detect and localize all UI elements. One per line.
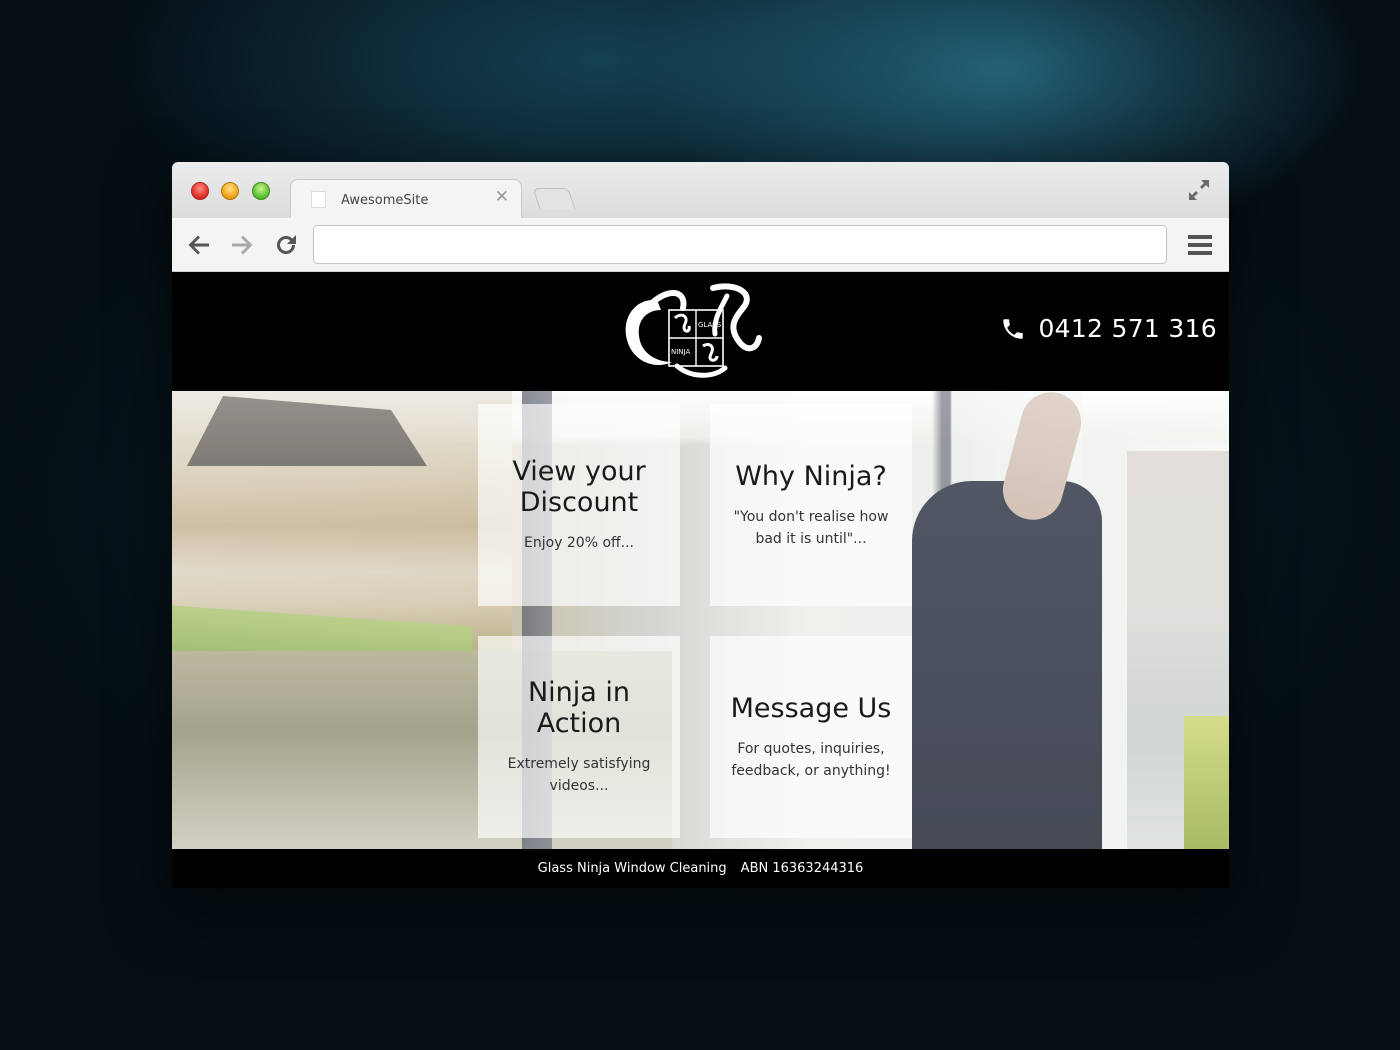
minimize-window-button[interactable] (221, 182, 239, 200)
ninja-in-action-card-title: Ninja in Action (527, 677, 631, 739)
message-us-card-title: Message Us (730, 692, 892, 724)
ninja-in-action-card-text: Extremely satisfying videos... (507, 756, 651, 794)
discount-card-text: Enjoy 20% off... (523, 535, 635, 551)
discount-card-title: View your Discount (512, 456, 646, 518)
ninja-in-action-card[interactable]: Ninja in Action Extremely satisfying vid… (478, 636, 680, 838)
page-icon (311, 191, 326, 208)
tab-title: AwesomeSite (341, 193, 429, 208)
why-ninja-card-title: Why Ninja? (735, 460, 887, 492)
phone-number[interactable]: 0412 571 316 (1038, 314, 1217, 343)
site-header: GLASS NINJA 0412 571 316 (172, 272, 1229, 391)
hamburger-menu-icon[interactable] (1188, 234, 1212, 256)
why-ninja-card-text: "You don't realise how bad it is until".… (733, 508, 889, 547)
forward-arrow-icon[interactable] (229, 232, 255, 258)
why-ninja-card[interactable]: Why Ninja? "You don't realise how bad it… (710, 404, 912, 606)
hero-background: View your Discount Enjoy 20% off... Why … (172, 391, 1229, 849)
reload-icon[interactable] (273, 232, 299, 258)
discount-card[interactable]: View your Discount Enjoy 20% off... (478, 404, 680, 606)
back-arrow-icon[interactable] (186, 232, 212, 258)
title-bar: AwesomeSite ✕ (172, 162, 1229, 218)
footer-company-name: Glass Ninja Window Cleaning (537, 861, 727, 876)
footer-abn: ABN 16363244316 (740, 861, 864, 876)
message-us-card[interactable]: Message Us For quotes, inquiries, feedba… (710, 636, 912, 838)
logo-word-ninja: NINJA (671, 348, 690, 356)
browser-toolbar (172, 218, 1229, 272)
glass-ninja-logo[interactable]: GLASS NINJA (617, 278, 765, 386)
phone-contact[interactable]: 0412 571 316 (1000, 314, 1217, 343)
message-us-card-text: For quotes, inquiries, feedback, or anyt… (731, 740, 891, 779)
zoom-window-button[interactable] (252, 182, 270, 200)
address-bar[interactable] (313, 225, 1167, 264)
tab-close-icon[interactable]: ✕ (495, 189, 509, 206)
close-window-button[interactable] (191, 182, 209, 200)
hero-photo-overlay (172, 391, 1229, 849)
fullscreen-icon[interactable] (1187, 178, 1211, 202)
phone-icon (1003, 318, 1024, 339)
site-footer: Glass Ninja Window Cleaning ABN 16363244… (172, 849, 1229, 888)
logo-word-glass: GLASS (698, 321, 722, 329)
browser-tab[interactable]: AwesomeSite ✕ (290, 179, 522, 218)
new-tab-button[interactable] (532, 188, 576, 209)
browser-window: AwesomeSite ✕ GLASS NINJA 0412 571 316 V… (172, 162, 1229, 888)
website-viewport: GLASS NINJA 0412 571 316 View your Disco… (172, 272, 1229, 888)
